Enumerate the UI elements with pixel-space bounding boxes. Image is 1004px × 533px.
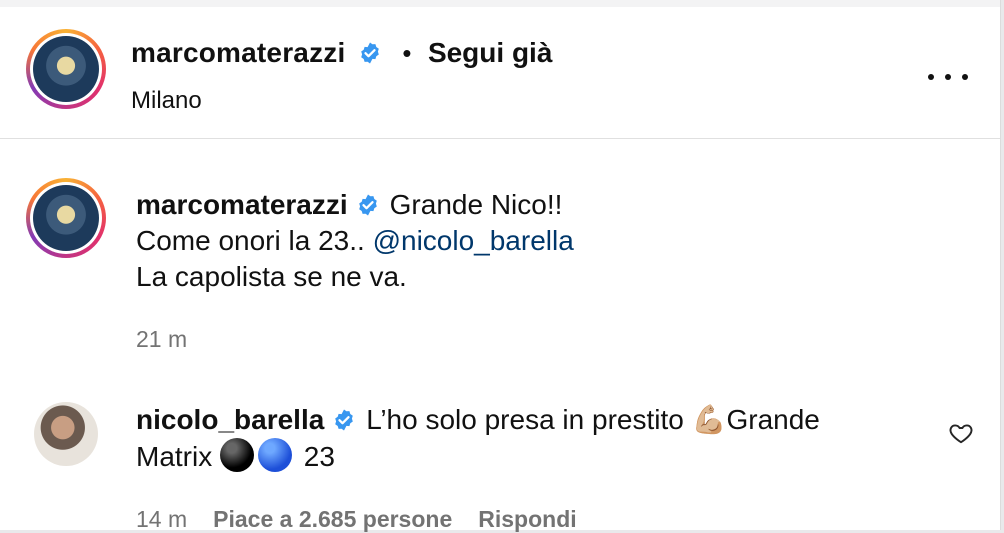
author-avatar[interactable] [26,29,106,109]
black-circle-emoji [220,438,254,472]
comment-avatar-nicolo_barella[interactable] [34,402,98,466]
like-heart-icon[interactable] [948,420,974,446]
comment-avatar-marcomaterazzi[interactable] [26,178,106,258]
caption-line-1: marcomaterazzi Grande Nico!! [136,187,916,223]
comment-timestamp[interactable]: 21 m [136,326,187,353]
comment-text: Matrix [136,441,220,472]
comment-text: Grande Nico!! [389,189,563,220]
verified-badge-icon [361,42,379,64]
comment-text: L’ho solo presa in prestito [366,404,692,435]
comment-timestamp[interactable]: 14 m [136,506,187,532]
following-button[interactable]: Segui già [428,37,552,68]
blue-circle-emoji [258,438,292,472]
separator-dot: • [402,38,412,68]
caption-line-2: Come onori la 23.. @nicolo_barella [136,223,916,259]
location-label[interactable]: Milano [131,87,202,115]
caption-line-3: La capolista se ne va. [136,261,407,292]
avatar-image [33,185,99,251]
comment-author[interactable]: nicolo_barella [136,404,324,435]
author-username[interactable]: marcomaterazzi [131,37,345,68]
post-panel: marcomaterazzi • Segui già Milano marcom… [0,0,1001,533]
mention-link[interactable]: @nicolo_barella [373,225,574,256]
reply-button[interactable]: Rispondi [478,506,576,532]
comment-author[interactable]: marcomaterazzi [136,189,348,220]
more-options-icon[interactable] [928,65,968,89]
comment-line-2: Matrix 23 [136,438,936,475]
header-title-row: marcomaterazzi • Segui già [131,37,552,69]
comment-text: Come onori la 23.. [136,225,373,256]
comment-text: 23 [296,441,335,472]
comment-meta-row: 14 m Piace a 2.685 persone Rispondi [136,506,577,533]
avatar-image [33,36,99,102]
caption-comment: marcomaterazzi Grande Nico!! Come onori … [136,187,916,295]
verified-badge-icon [358,194,377,216]
header-divider [0,138,1000,139]
post-header: marcomaterazzi • Segui già Milano [0,7,1000,139]
likes-count[interactable]: Piace a 2.685 persone [213,506,452,532]
window-top-strip [0,0,1000,7]
reply-comment: nicolo_barella L’ho solo presa in presti… [136,402,936,475]
flexed-arm-emoji: 💪🏼 [691,404,727,435]
comment-text: Grande [726,404,820,435]
comment-line-1: nicolo_barella L’ho solo presa in presti… [136,402,936,438]
verified-badge-icon [335,409,354,431]
